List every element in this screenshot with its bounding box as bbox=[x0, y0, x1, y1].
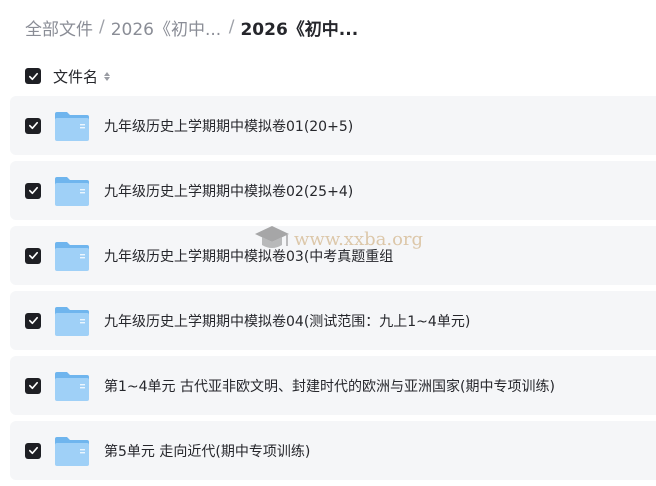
check-icon bbox=[28, 186, 38, 195]
file-list: 九年级历史上学期期中模拟卷01(20+5) 九年级历史上学期期中模拟卷02(25+… bbox=[10, 96, 656, 486]
sort-icon[interactable] bbox=[104, 71, 111, 81]
file-checkbox[interactable] bbox=[25, 182, 41, 199]
file-row[interactable]: 九年级历史上学期期中模拟卷01(20+5) bbox=[10, 96, 656, 155]
file-name[interactable]: 九年级历史上学期期中模拟卷03(中考真题重组 bbox=[104, 246, 393, 266]
breadcrumb-root[interactable]: 全部文件 bbox=[25, 15, 93, 40]
folder-icon bbox=[55, 371, 89, 401]
file-checkbox[interactable] bbox=[25, 377, 41, 394]
file-row[interactable]: 九年级历史上学期期中模拟卷02(25+4) bbox=[10, 161, 656, 220]
file-name[interactable]: 第1~4单元 古代亚非欧文明、封建时代的欧洲与亚洲国家(期中专项训练) bbox=[104, 376, 555, 396]
folder-icon bbox=[55, 111, 89, 141]
check-icon bbox=[28, 316, 38, 325]
file-checkbox[interactable] bbox=[25, 117, 41, 134]
file-row[interactable]: 九年级历史上学期期中模拟卷04(测试范围：九上1~4单元) bbox=[10, 291, 656, 350]
breadcrumb-folder-parent[interactable]: 2026《初中... bbox=[111, 15, 223, 40]
breadcrumb: 全部文件 / 2026《初中... / 2026《初中... bbox=[25, 14, 358, 40]
breadcrumb-separator: / bbox=[99, 17, 105, 37]
folder-icon bbox=[55, 241, 89, 271]
select-all-checkbox[interactable] bbox=[25, 68, 41, 84]
file-name[interactable]: 第5单元 走向近代(期中专项训练) bbox=[104, 441, 310, 461]
check-icon bbox=[28, 381, 38, 390]
column-header-filename[interactable]: 文件名 bbox=[53, 66, 98, 87]
check-icon bbox=[28, 72, 38, 80]
file-checkbox[interactable] bbox=[25, 442, 41, 459]
breadcrumb-separator: / bbox=[228, 17, 235, 37]
file-row[interactable]: 第5单元 走向近代(期中专项训练) bbox=[10, 421, 656, 480]
file-row[interactable]: 九年级历史上学期期中模拟卷03(中考真题重组 bbox=[10, 226, 656, 285]
file-name[interactable]: 九年级历史上学期期中模拟卷02(25+4) bbox=[104, 181, 353, 201]
check-icon bbox=[28, 251, 38, 260]
file-name[interactable]: 九年级历史上学期期中模拟卷04(测试范围：九上1~4单元) bbox=[104, 311, 470, 331]
folder-icon bbox=[55, 436, 89, 466]
breadcrumb-folder-current: 2026《初中... bbox=[240, 19, 359, 40]
file-checkbox[interactable] bbox=[25, 312, 41, 329]
check-icon bbox=[28, 446, 38, 455]
file-checkbox[interactable] bbox=[25, 247, 41, 264]
folder-icon bbox=[55, 176, 89, 206]
file-row[interactable]: 第1~4单元 古代亚非欧文明、封建时代的欧洲与亚洲国家(期中专项训练) bbox=[10, 356, 656, 415]
file-name[interactable]: 九年级历史上学期期中模拟卷01(20+5) bbox=[104, 116, 353, 136]
folder-icon bbox=[55, 306, 89, 336]
check-icon bbox=[28, 121, 38, 130]
list-header: 文件名 bbox=[25, 66, 111, 87]
